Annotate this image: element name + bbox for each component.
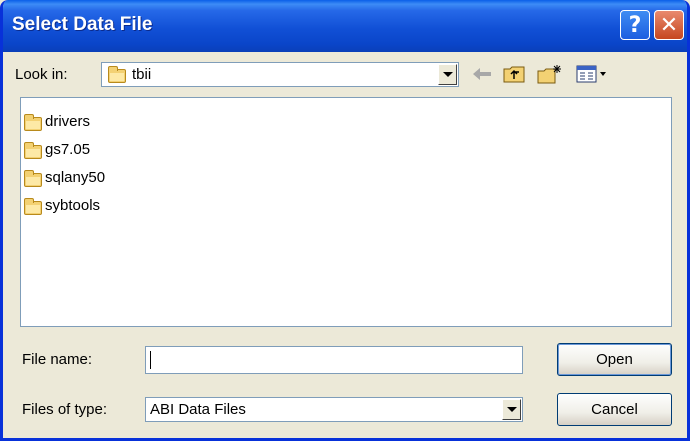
files-of-type-value: ABI Data Files <box>150 401 246 418</box>
title-bar[interactable]: Select Data File ? ✕ <box>3 0 687 52</box>
cancel-button[interactable]: Cancel <box>557 393 672 426</box>
view-menu-button[interactable] <box>574 63 610 85</box>
chevron-down-icon[interactable] <box>438 64 457 85</box>
help-button[interactable]: ? <box>620 10 650 40</box>
close-icon: ✕ <box>659 12 679 38</box>
list-item-label: sybtools <box>45 197 101 214</box>
chevron-down-icon[interactable] <box>502 399 521 420</box>
back-arrow-icon <box>473 68 491 80</box>
open-button[interactable]: Open <box>557 343 672 376</box>
close-button[interactable]: ✕ <box>654 10 684 40</box>
folder-icon <box>24 170 42 187</box>
open-button-label: Open <box>596 351 633 368</box>
back-button[interactable] <box>470 63 494 85</box>
folder-icon <box>24 142 42 159</box>
dialog-title: Select Data File <box>12 14 153 35</box>
list-item-label: drivers <box>45 113 91 130</box>
file-name-input[interactable] <box>145 346 523 374</box>
new-folder-button[interactable] <box>535 63 565 85</box>
folder-icon <box>108 66 126 83</box>
file-name-label: File name: <box>22 351 93 368</box>
files-of-type-label: Files of type: <box>22 401 108 418</box>
list-item-label: gs7.05 <box>45 141 91 158</box>
new-folder-icon <box>537 65 561 84</box>
folder-icon <box>24 114 42 131</box>
up-one-level-icon <box>503 66 525 83</box>
text-caret <box>150 351 151 369</box>
folder-icon <box>24 198 42 215</box>
help-icon: ? <box>628 12 642 38</box>
view-menu-icon <box>576 65 606 83</box>
look-in-combobox[interactable]: tbii <box>101 62 459 87</box>
select-data-file-dialog: Select Data File ? ✕ Look in: tbii drive… <box>0 0 690 441</box>
look-in-label: Look in: <box>15 66 68 83</box>
file-list[interactable]: drivers gs7.05 sqlany50 sybtools <box>20 97 672 327</box>
cancel-button-label: Cancel <box>591 401 638 418</box>
files-of-type-select[interactable]: ABI Data Files <box>145 397 523 422</box>
list-item-label: sqlany50 <box>45 169 106 186</box>
up-one-level-button[interactable] <box>501 63 527 85</box>
look-in-value: tbii <box>132 66 152 83</box>
